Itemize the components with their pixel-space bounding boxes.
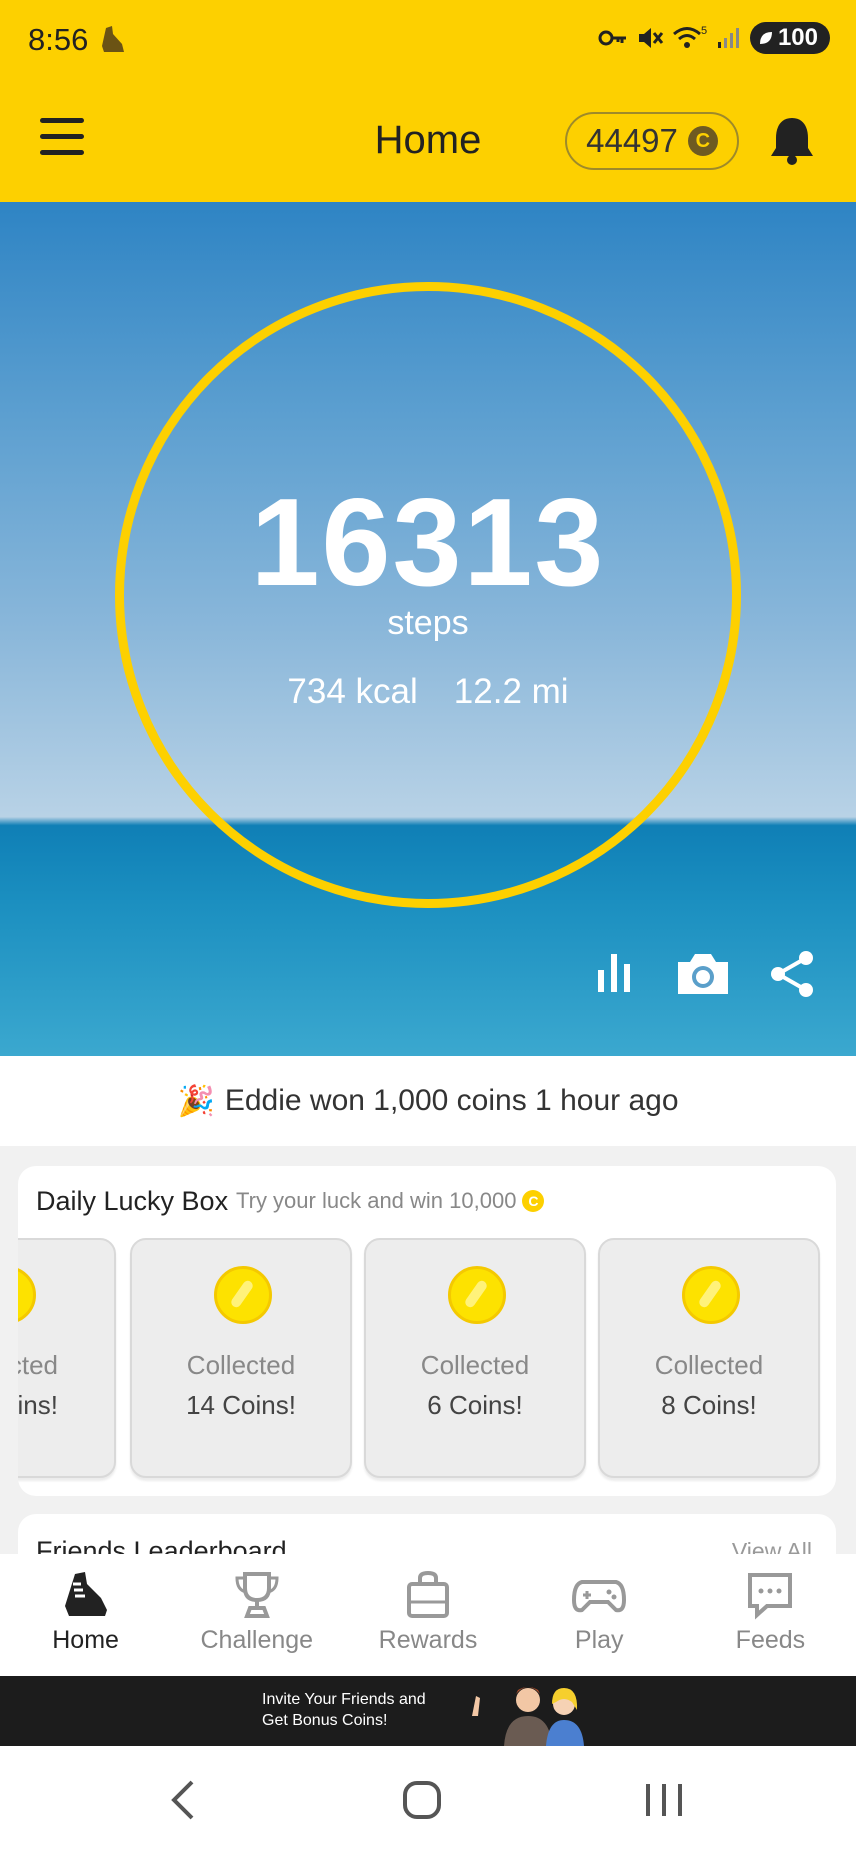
daily-lucky-box-card: Daily Lucky Box Try your luck and win 10…	[18, 1166, 836, 1496]
status-bar: 8:56 5 100	[0, 0, 856, 82]
app-header: Home 44497 C	[0, 82, 856, 202]
lucky-box-status: Collected	[420, 1350, 530, 1380]
coin-balance: 44497	[586, 122, 678, 159]
camera-icon[interactable]	[674, 950, 732, 998]
nav-feeds[interactable]: Feeds	[685, 1554, 856, 1676]
lucky-box-subtitle: Try your luck and win 10,000 C	[236, 1188, 545, 1214]
signal-icon	[717, 28, 739, 48]
trophy-icon	[235, 1572, 279, 1618]
lucky-box-title: Daily Lucky Box	[36, 1186, 229, 1216]
nav-label: Feeds	[735, 1626, 806, 1654]
bottom-navigation: Home Challenge Rewards Play Feeds	[0, 1554, 856, 1676]
lucky-box-item[interactable]: Collected 6 Coins!	[364, 1238, 586, 1478]
lucky-box-reward: 8 Coins!	[661, 1390, 757, 1420]
lucky-box-item[interactable]: cted ins!	[18, 1238, 116, 1478]
nav-play[interactable]: Play	[514, 1554, 685, 1676]
battery-indicator: 100	[749, 22, 830, 54]
step-counter-hero: 16313 steps 734 kcal 12.2 mi	[0, 202, 856, 1056]
stats-chart-icon[interactable]	[594, 950, 634, 994]
gold-coin-icon	[18, 1266, 36, 1324]
view-all-link[interactable]: View All	[732, 1538, 812, 1554]
back-icon[interactable]	[170, 1780, 196, 1820]
coin-icon: C	[522, 1190, 545, 1212]
lucky-box-item[interactable]: Collected 8 Coins!	[598, 1238, 820, 1478]
winner-text: Eddie won 1,000 coins 1 hour ago	[224, 1084, 679, 1117]
bell-icon[interactable]	[768, 114, 816, 166]
distance-value: 12.2 mi	[453, 672, 569, 711]
gold-coin-icon	[214, 1266, 272, 1324]
wifi-icon: 5	[672, 25, 707, 48]
gamepad-icon	[572, 1580, 627, 1613]
step-unit-label: steps	[387, 604, 469, 642]
shoe-notification-icon	[102, 26, 124, 52]
lucky-box-subtitle-text: Try your luck and win 10,000	[236, 1188, 517, 1213]
friends-illustration	[472, 1687, 584, 1746]
recent-apps-icon[interactable]	[644, 1780, 684, 1820]
leaderboard-title: Friends Leaderboard	[36, 1536, 287, 1554]
share-icon[interactable]	[770, 950, 816, 998]
lucky-box-status: cted	[18, 1350, 58, 1380]
system-navigation-bar	[0, 1746, 856, 1855]
lucky-box-reward: 14 Coins!	[186, 1390, 296, 1420]
friends-leaderboard-card: Friends Leaderboard View All	[18, 1514, 836, 1554]
vpn-key-icon	[598, 30, 626, 46]
nav-label: Home	[52, 1626, 119, 1654]
chat-bubble-icon	[748, 1573, 793, 1620]
gold-coin-icon	[682, 1266, 740, 1324]
nav-home[interactable]: Home	[0, 1554, 171, 1676]
shoe-icon	[64, 1572, 107, 1616]
lucky-box-item[interactable]: Collected 14 Coins!	[130, 1238, 352, 1478]
invite-line-2: Get Bonus Coins!	[262, 1712, 388, 1729]
invite-line-1: Invite Your Friends and	[262, 1691, 426, 1708]
svg-text:5: 5	[701, 25, 707, 37]
status-time: 8:56	[28, 22, 89, 57]
coin-balance-button[interactable]: 44497 C	[565, 112, 739, 170]
invite-text: Invite Your Friends and Get Bonus Coins!	[262, 1689, 426, 1731]
step-count: 16313	[250, 474, 606, 612]
coin-icon: C	[687, 126, 718, 156]
nav-label: Rewards	[378, 1626, 478, 1654]
calories-value: 734 kcal	[287, 672, 418, 711]
nav-label: Challenge	[200, 1626, 314, 1654]
battery-level: 100	[777, 24, 818, 51]
shopping-bag-icon	[407, 1570, 449, 1618]
gold-coin-icon	[448, 1266, 506, 1324]
nav-rewards[interactable]: Rewards	[342, 1554, 513, 1676]
winner-announcement: 🎉 Eddie won 1,000 coins 1 hour ago	[0, 1056, 856, 1146]
nav-challenge[interactable]: Challenge	[171, 1554, 342, 1676]
party-popper-icon: 🎉	[177, 1084, 215, 1118]
lucky-box-reward: 6 Coins!	[427, 1390, 523, 1420]
battery-saver-icon	[759, 32, 772, 44]
lucky-box-reward: ins!	[18, 1390, 58, 1420]
home-circle-icon[interactable]	[402, 1780, 442, 1820]
mute-icon	[638, 28, 664, 48]
status-icons: 5 100	[598, 22, 830, 54]
invite-friends-banner[interactable]: Invite Your Friends and Get Bonus Coins!	[0, 1676, 856, 1746]
nav-label: Play	[574, 1626, 624, 1654]
activity-metrics: 734 kcal 12.2 mi	[0, 672, 856, 712]
lucky-box-status: Collected	[186, 1350, 296, 1380]
lucky-box-status: Collected	[654, 1350, 764, 1380]
